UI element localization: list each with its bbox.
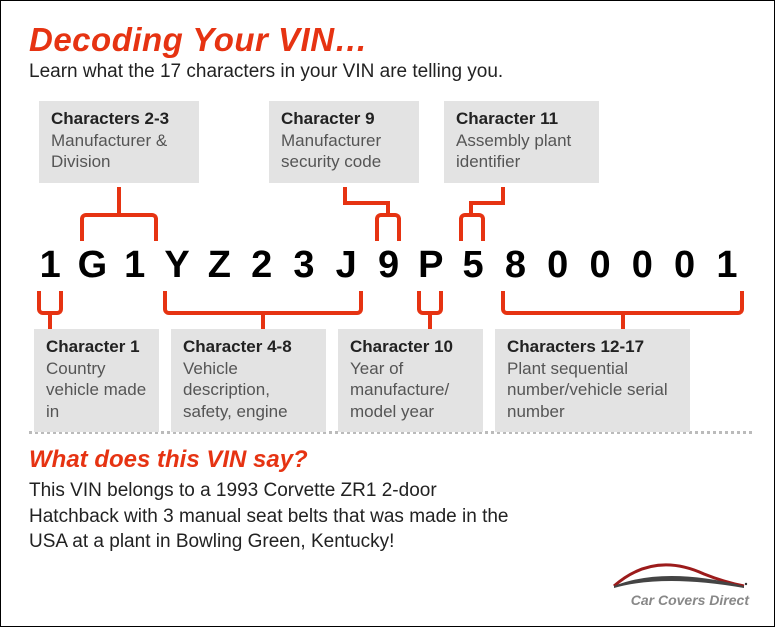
vin-char: 9 bbox=[367, 244, 409, 287]
bracket-icon bbox=[37, 291, 63, 315]
info-label: Character 9 bbox=[281, 109, 407, 129]
bracket-icon bbox=[163, 291, 363, 315]
footer-text: This VIN belongs to a 1993 Corvette ZR1 … bbox=[29, 478, 529, 555]
info-label: Character 4-8 bbox=[183, 337, 314, 357]
vin-char: Z bbox=[198, 244, 240, 287]
vin-char: 1 bbox=[706, 244, 748, 287]
vin-char: 1 bbox=[29, 244, 71, 287]
info-desc: Year of manufacture/ model year bbox=[350, 358, 471, 422]
connector-stem bbox=[621, 315, 625, 329]
connector-stem bbox=[501, 187, 505, 201]
info-desc: Manufacturer security code bbox=[281, 130, 407, 173]
connector-stem bbox=[343, 201, 390, 205]
info-box-chars-2-3: Characters 2-3 Manufacturer & Division bbox=[39, 101, 199, 183]
vin-char: 0 bbox=[579, 244, 621, 287]
vin-char: 0 bbox=[537, 244, 579, 287]
connector-stem bbox=[261, 315, 265, 329]
logo-text: Car Covers Direct bbox=[604, 592, 749, 608]
vin-diagram: Characters 2-3 Manufacturer & Division C… bbox=[29, 101, 752, 431]
vin-char: G bbox=[71, 244, 113, 287]
info-label: Characters 2-3 bbox=[51, 109, 187, 129]
connector-stem bbox=[48, 315, 52, 329]
vin-char: Y bbox=[156, 244, 198, 287]
info-box-chars-4-8: Character 4-8 Vehicle description, safet… bbox=[171, 329, 326, 432]
bracket-icon bbox=[417, 291, 443, 315]
info-box-char-1: Character 1 Country vehicle made in bbox=[34, 329, 159, 432]
info-label: Characters 12-17 bbox=[507, 337, 678, 357]
bracket-icon bbox=[375, 213, 401, 241]
connector-stem bbox=[117, 187, 121, 215]
vin-char: P bbox=[410, 244, 452, 287]
info-desc: Plant sequential number/vehicle serial n… bbox=[507, 358, 678, 422]
info-label: Character 1 bbox=[46, 337, 147, 357]
info-desc: Country vehicle made in bbox=[46, 358, 147, 422]
brand-logo: Car Covers Direct bbox=[604, 556, 749, 608]
vin-char: 5 bbox=[452, 244, 494, 287]
info-box-char-10: Character 10 Year of manufacture/ model … bbox=[338, 329, 483, 432]
bracket-icon bbox=[501, 291, 744, 315]
vin-char: 0 bbox=[663, 244, 705, 287]
info-desc: Manufacturer & Division bbox=[51, 130, 187, 173]
info-box-chars-12-17: Characters 12-17 Plant sequential number… bbox=[495, 329, 690, 432]
info-label: Character 10 bbox=[350, 337, 471, 357]
connector-stem bbox=[343, 187, 347, 201]
car-covers-logo-icon bbox=[604, 556, 749, 594]
info-box-char-9: Character 9 Manufacturer security code bbox=[269, 101, 419, 183]
vin-char: 2 bbox=[240, 244, 282, 287]
bracket-icon bbox=[459, 213, 485, 241]
connector-stem bbox=[469, 201, 505, 205]
vin-characters: 1 G 1 Y Z 2 3 J 9 P 5 8 0 0 0 0 1 bbox=[29, 244, 752, 287]
vin-char: 8 bbox=[494, 244, 536, 287]
info-label: Character 11 bbox=[456, 109, 587, 129]
bracket-icon bbox=[80, 213, 158, 241]
vin-char: 0 bbox=[621, 244, 663, 287]
page-title: Decoding Your VIN… bbox=[29, 21, 752, 59]
connector-stem bbox=[428, 315, 432, 329]
footer-title: What does this VIN say? bbox=[29, 446, 752, 474]
vin-char: 3 bbox=[283, 244, 325, 287]
info-desc: Vehicle description, safety, engine bbox=[183, 358, 314, 422]
info-box-char-11: Character 11 Assembly plant identifier bbox=[444, 101, 599, 183]
vin-char: 1 bbox=[114, 244, 156, 287]
vin-char: J bbox=[325, 244, 367, 287]
page-subtitle: Learn what the 17 characters in your VIN… bbox=[29, 61, 752, 83]
info-desc: Assembly plant identifier bbox=[456, 130, 587, 173]
